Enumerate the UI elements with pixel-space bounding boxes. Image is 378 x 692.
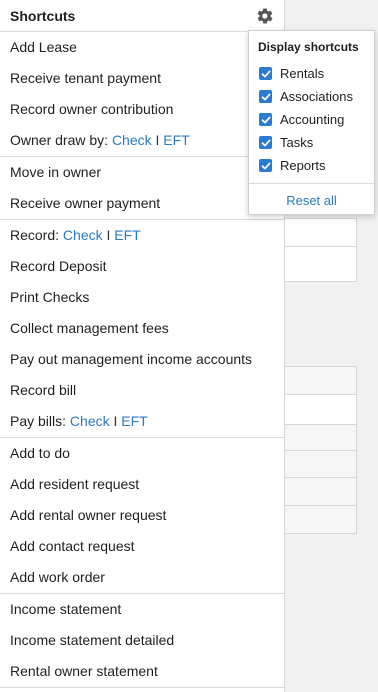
shortcut-label: Record owner contribution bbox=[10, 101, 174, 117]
reset-all-link[interactable]: Reset all bbox=[249, 184, 374, 218]
shortcut-label: Receive owner payment bbox=[10, 195, 161, 211]
display-shortcuts-menu: Display shortcuts Rentals Associations Acc… bbox=[248, 30, 375, 215]
gear-icon[interactable] bbox=[256, 7, 274, 25]
menu-title: Display shortcuts bbox=[258, 40, 359, 54]
shortcut-label: Add work order bbox=[10, 569, 105, 585]
shortcut-label: Pay out management income accounts bbox=[10, 351, 253, 367]
shortcut-item[interactable]: Collect management fees bbox=[0, 313, 284, 344]
check-icon[interactable] bbox=[259, 159, 272, 172]
link-separator: I bbox=[155, 132, 160, 148]
shortcut-label: Collect management fees bbox=[10, 320, 169, 336]
check-icon[interactable] bbox=[259, 67, 272, 80]
shortcut-label: Add Lease bbox=[10, 39, 77, 55]
shortcut-label: Pay bills: bbox=[10, 413, 67, 429]
shortcut-label: Record bill bbox=[10, 382, 77, 398]
shortcut-label: Print Checks bbox=[10, 289, 90, 305]
panel-title: Shortcuts bbox=[10, 7, 76, 24]
shortcut-item[interactable]: Add Lease bbox=[0, 32, 284, 63]
shortcut-item[interactable]: Receive owner payment bbox=[0, 188, 284, 219]
display-option[interactable]: Associations bbox=[249, 85, 374, 108]
background-table-row bbox=[284, 424, 357, 451]
display-option[interactable]: Accounting bbox=[249, 108, 374, 131]
shortcut-label: Record: bbox=[10, 227, 60, 243]
display-option-label: Reports bbox=[280, 158, 326, 173]
shortcut-item[interactable]: Print Checks bbox=[0, 282, 284, 313]
background-card bbox=[284, 246, 357, 282]
shortcut-item: Record: Check I EFT bbox=[0, 220, 284, 251]
shortcut-item[interactable]: Pay out management income accounts bbox=[0, 344, 284, 375]
background-card bbox=[284, 218, 357, 247]
background-table-row bbox=[284, 450, 357, 478]
shortcut-item[interactable]: Record owner contribution bbox=[0, 94, 284, 125]
shortcut-label: Add rental owner request bbox=[10, 507, 167, 523]
shortcut-item: Owner draw by: Check I EFT bbox=[0, 125, 284, 156]
shortcut-item[interactable]: Income statement detailed bbox=[0, 625, 284, 656]
shortcut-section: Add Lease Receive tenant payment Record ow… bbox=[0, 32, 284, 157]
menu-options: Rentals Associations Accounting Tasks Report… bbox=[249, 62, 374, 177]
shortcut-item[interactable]: Rental owner statement bbox=[0, 656, 284, 687]
shortcut-link-eft[interactable]: EFT bbox=[163, 132, 189, 148]
background-table-row bbox=[284, 505, 357, 534]
shortcut-item[interactable]: Add work order bbox=[0, 562, 284, 593]
shortcut-label: Move in owner bbox=[10, 164, 102, 180]
display-option-label: Associations bbox=[280, 89, 353, 104]
shortcut-label: Owner draw by: bbox=[10, 132, 109, 148]
shortcut-link-check[interactable]: Check bbox=[70, 413, 110, 429]
shortcut-label: Income statement bbox=[10, 601, 122, 617]
shortcuts-header: Shortcuts bbox=[0, 0, 284, 32]
shortcut-link-check[interactable]: Check bbox=[63, 227, 103, 243]
background-table-header bbox=[284, 366, 357, 395]
display-option-label: Tasks bbox=[280, 135, 314, 150]
shortcut-section: Move in owner Receive owner payment bbox=[0, 157, 284, 220]
shortcut-item[interactable]: Receive tenant payment bbox=[0, 63, 284, 94]
shortcut-item[interactable]: Record bill bbox=[0, 375, 284, 406]
display-option-label: Accounting bbox=[280, 112, 345, 127]
shortcut-link-eft[interactable]: EFT bbox=[114, 227, 140, 243]
shortcut-sections: Add Lease Receive tenant payment Record ow… bbox=[0, 32, 284, 688]
shortcut-section: Add to do Add resident request Add rental … bbox=[0, 438, 284, 594]
shortcut-item: Pay bills: Check I EFT bbox=[0, 406, 284, 437]
shortcut-label: Add resident request bbox=[10, 476, 140, 492]
link-separator: I bbox=[106, 227, 111, 243]
shortcut-label: Add contact request bbox=[10, 538, 135, 554]
display-option[interactable]: Tasks bbox=[249, 131, 374, 154]
display-option-label: Rentals bbox=[280, 66, 325, 81]
shortcut-section: Income statement Income statement detaile… bbox=[0, 594, 284, 688]
shortcut-link-check[interactable]: Check bbox=[112, 132, 152, 148]
shortcut-label: Record Deposit bbox=[10, 258, 107, 274]
shortcuts-panel: Shortcuts Add Lease Receive tenant paymen… bbox=[0, 0, 285, 692]
shortcut-item[interactable]: Add to do bbox=[0, 438, 284, 469]
shortcut-item[interactable]: Move in owner bbox=[0, 157, 284, 188]
shortcut-label: Receive tenant payment bbox=[10, 70, 161, 86]
shortcut-label: Income statement detailed bbox=[10, 632, 175, 648]
shortcut-item[interactable]: Add contact request bbox=[0, 531, 284, 562]
display-option[interactable]: Rentals bbox=[249, 62, 374, 85]
check-icon[interactable] bbox=[259, 136, 272, 149]
shortcut-label: Add to do bbox=[10, 445, 70, 461]
check-icon[interactable] bbox=[259, 113, 272, 126]
shortcut-item[interactable]: Income statement bbox=[0, 594, 284, 625]
shortcut-link-eft[interactable]: EFT bbox=[121, 413, 147, 429]
shortcut-section: Record: Check I EFT Record Deposit Print C… bbox=[0, 220, 284, 438]
display-option[interactable]: Reports bbox=[249, 154, 374, 177]
background-table-row bbox=[284, 477, 357, 506]
shortcut-label: Rental owner statement bbox=[10, 663, 158, 679]
shortcut-item[interactable]: Add rental owner request bbox=[0, 500, 284, 531]
check-icon[interactable] bbox=[259, 90, 272, 103]
shortcut-item[interactable]: Record Deposit bbox=[0, 251, 284, 282]
background-table-row bbox=[284, 394, 357, 426]
link-separator: I bbox=[113, 413, 118, 429]
shortcut-item[interactable]: Add resident request bbox=[0, 469, 284, 500]
